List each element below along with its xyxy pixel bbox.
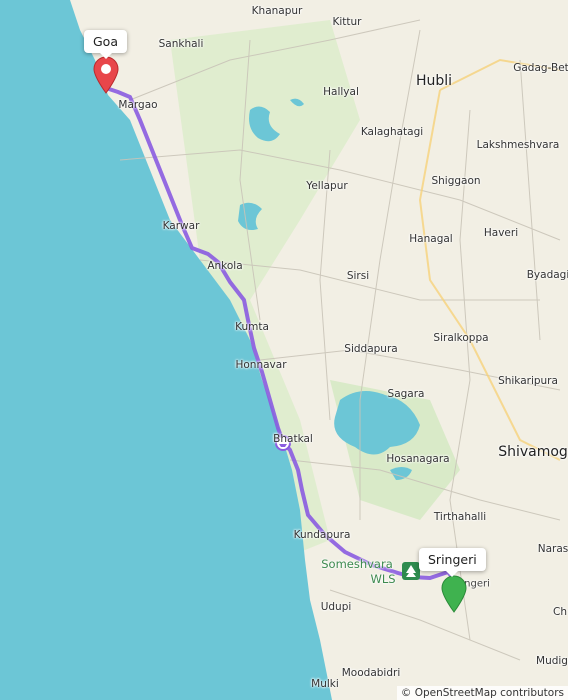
place-label: Yellapur [306,180,348,192]
place-label: Sirsi [346,270,370,282]
basemap [0,0,568,700]
place-label: Mudig [536,655,568,667]
place-label: Shivamog [498,444,568,460]
place-label: Tirthahalli [433,511,487,523]
place-label: Kittur [332,16,362,28]
place-label: Sagara [387,388,425,400]
map-pin-green-icon[interactable] [440,575,468,613]
place-label: Naras [537,543,568,555]
map-pin-red-icon[interactable] [92,56,120,94]
attribution: © OpenStreetMap contributors [396,686,568,700]
end-label: Sringeri [419,548,486,577]
place-label: Siralkoppa [433,332,489,344]
start-label: Goa [84,30,127,59]
place-label: Kumta [235,321,269,333]
place-label: Lakshmeshvara [476,139,560,151]
place-label: Kalaghatagi [360,126,424,138]
place-label: Siddapura [344,343,398,355]
place-label: Kundapura [293,529,351,541]
place-label: Mulki [311,678,339,690]
place-label: Shiggaon [431,175,481,187]
place-label: Moodabidri [341,667,401,679]
place-label: Khanapur [251,5,303,17]
park-label: Someshvara [321,557,393,571]
place-label: Hosanagara [386,453,450,465]
place-label: Honnavar [235,359,287,371]
place-label: Gadag-Bet [513,62,568,74]
map-canvas[interactable]: Khanapur Kittur Sankhali Gadag-Bet Hubli… [0,0,568,700]
place-label: Byadagi [526,269,568,281]
place-label: Margao [118,99,158,111]
place-label: Haveri [483,227,519,239]
place-label: Sankhali [158,38,204,50]
place-label: Shikaripura [498,375,558,387]
place-label: Hanagal [409,233,453,245]
place-label: Hubli [415,73,453,89]
place-label: Hallyal [323,86,359,98]
park-icon [402,562,420,580]
place-label: Karwar [162,220,200,232]
place-label: Udupi [320,601,352,613]
place-label: Bhatkal [273,433,313,445]
park-label: WLS [370,572,396,586]
place-label: Ankola [207,260,243,272]
place-label: Ch [553,606,567,618]
